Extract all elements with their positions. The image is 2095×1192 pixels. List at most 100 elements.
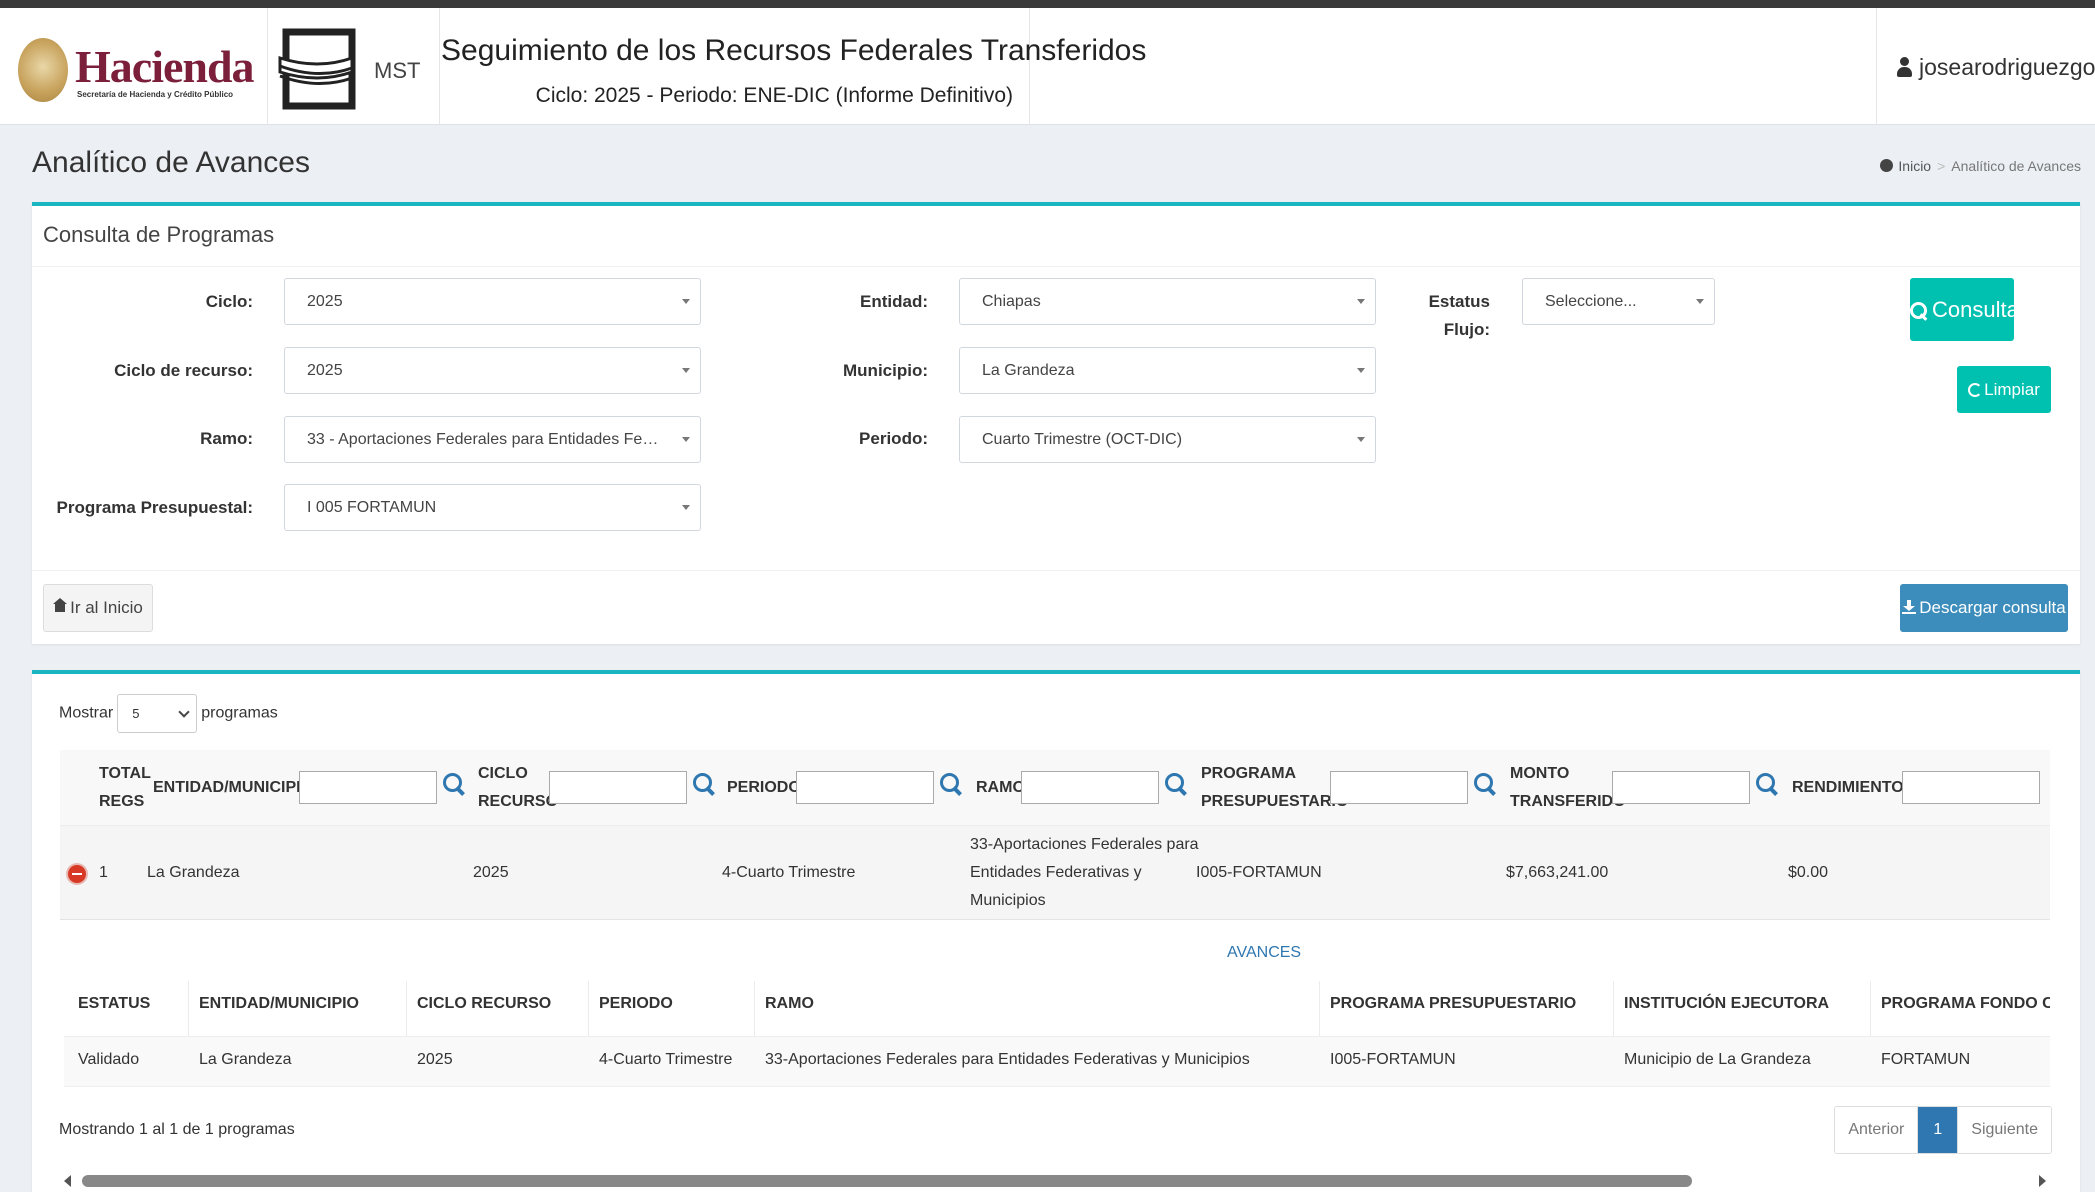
breadcrumb-current: Analítico de Avances: [1951, 158, 2081, 174]
th-total-2: REGS: [99, 793, 145, 810]
th-monto-1[interactable]: MONTO: [1510, 760, 1569, 788]
th-programa-1[interactable]: PROGRAMA: [1201, 760, 1296, 788]
sth-institucion: INSTITUCIÓN EJECUTORA: [1624, 995, 1830, 1012]
filter-ciclo-input[interactable]: [549, 771, 687, 804]
sth-ciclo: CICLO RECURSO: [417, 995, 552, 1012]
entidad-label: Entidad:: [860, 292, 928, 311]
scrollbar-thumb[interactable]: [82, 1175, 1692, 1187]
app-header: Hacienda Secretaría de Hacienda y Crédit…: [0, 8, 2095, 125]
ir-inicio-button[interactable]: Ir al Inicio: [43, 584, 153, 632]
cell-programa: I005-FORTAMUN: [1196, 864, 1322, 881]
th-programa-2: PRESUPUESTARIO: [1201, 793, 1349, 810]
std-ramo: 33-Aportaciones Federales para Entidades…: [765, 1051, 1250, 1068]
pagination-page-1[interactable]: 1: [1918, 1107, 1959, 1153]
breadcrumb-home[interactable]: Inicio: [1898, 158, 1931, 174]
filter-ramo-search-icon[interactable]: [1165, 773, 1187, 795]
pagination-next[interactable]: Siguiente: [1958, 1107, 2051, 1153]
programa-label: Programa Presupuestal:: [56, 498, 253, 517]
username: josearodriguezgo: [1919, 54, 2095, 80]
filter-monto-input[interactable]: [1612, 771, 1750, 804]
seal-icon: [18, 38, 68, 102]
filter-entidad-input[interactable]: [299, 771, 437, 804]
limpiar-button[interactable]: Limpiar: [1957, 366, 2051, 413]
filter-rendimientos-input[interactable]: [1902, 771, 2040, 804]
std-periodo: 4-Cuarto Trimestre: [599, 1051, 733, 1068]
cell-entidad: La Grandeza: [147, 864, 240, 881]
consultar-button[interactable]: Consultar: [1910, 278, 2026, 341]
download-icon: [1902, 600, 1917, 614]
std-estatus: Validado: [78, 1051, 140, 1068]
flujo-label: Flujo:: [1443, 320, 1490, 339]
filter-monto-search-icon[interactable]: [1756, 773, 1778, 795]
std-fondo: FORTAMUN: [1881, 1051, 1971, 1068]
filter-ciclo-search-icon[interactable]: [693, 773, 715, 795]
home-icon: [53, 598, 68, 614]
logo-subtext: Secretaría de Hacienda y Crédito Público: [77, 90, 234, 99]
cell-ramo-line-1: 33-Aportaciones Federales para: [970, 836, 1199, 853]
app-title: Seguimiento de los Recursos Federales Tr…: [441, 34, 1147, 67]
sth-programa: PROGRAMA PRESUPUESTARIO: [1330, 995, 1577, 1012]
municipio-select[interactable]: La Grandeza: [959, 347, 1376, 394]
table-row[interactable]: 1 La Grandeza 2025 4-Cuarto Trimestre 33…: [60, 826, 2050, 920]
filter-entidad-search-icon[interactable]: [443, 773, 465, 795]
th-ciclo-1[interactable]: CICLO: [478, 760, 528, 788]
column-divider: [188, 981, 189, 1036]
column-divider: [754, 981, 755, 1036]
th-monto-2: TRANSFERIDO: [1510, 793, 1626, 810]
filter-periodo-search-icon[interactable]: [940, 773, 962, 795]
search-icon: [1910, 302, 1928, 320]
user-menu[interactable]: josearodriguezgo: [1876, 8, 2095, 125]
sth-estatus: ESTATUS: [78, 995, 151, 1012]
filter-periodo-input[interactable]: [796, 771, 934, 804]
mostrar-label: Mostrar: [59, 704, 114, 722]
collapse-row-icon[interactable]: [68, 865, 86, 883]
filter-programa-input[interactable]: [1330, 771, 1468, 804]
mst-logo: MST: [268, 8, 440, 125]
table-header: TOTAL REGS ENTIDAD/MUNICIPIO CICLO RECUR…: [60, 750, 2050, 826]
filter-programa-search-icon[interactable]: [1474, 773, 1496, 795]
avances-header: ESTATUS ENTIDAD/MUNICIPIO CICLO RECURSO …: [64, 981, 2050, 1037]
th-ramo[interactable]: RAMO: [976, 774, 1025, 802]
cell-monto: $7,663,241.00: [1506, 864, 1609, 881]
column-divider: [588, 981, 589, 1036]
divider: [32, 266, 2080, 267]
filter-ramo-input[interactable]: [1021, 771, 1159, 804]
pagination: Anterior 1 Siguiente: [1834, 1106, 2052, 1154]
ciclo-recurso-label: Ciclo de recurso:: [114, 361, 253, 380]
ciclo-label: Ciclo:: [205, 292, 253, 311]
scroll-left-icon[interactable]: [64, 1175, 71, 1187]
limpiar-label: Limpiar: [1984, 380, 2040, 399]
mst-emblem-icon: [278, 28, 356, 110]
sth-ramo: RAMO: [765, 995, 814, 1012]
programa-select[interactable]: I 005 FORTAMUN: [284, 484, 701, 531]
scroll-right-icon[interactable]: [2039, 1175, 2046, 1187]
consulta-panel: Consulta de Programas Ciclo: 2025 Ciclo …: [32, 202, 2080, 644]
ramo-select[interactable]: 33 - Aportaciones Federales para Entidad…: [284, 416, 701, 463]
th-entidad[interactable]: ENTIDAD/MUNICIPIO: [153, 774, 313, 802]
page-size-control: Mostrar 5 programas: [59, 694, 278, 733]
ciclo-select[interactable]: 2025: [284, 278, 701, 325]
column-divider: [1613, 981, 1614, 1036]
descargar-button[interactable]: Descargar consulta: [1900, 584, 2068, 632]
entidad-select[interactable]: Chiapas: [959, 278, 1376, 325]
periodo-select[interactable]: Cuarto Trimestre (OCT-DIC): [959, 416, 1376, 463]
ramo-label: Ramo:: [200, 429, 253, 448]
mst-label: MST: [374, 58, 421, 83]
th-periodo[interactable]: PERIODO: [727, 774, 801, 802]
pagination-prev[interactable]: Anterior: [1835, 1107, 1919, 1153]
table-info: Mostrando 1 al 1 de 1 programas: [59, 1121, 295, 1138]
cell-rendimientos: $0.00: [1788, 864, 1829, 881]
user-menu-label[interactable]: josearodriguezgo: [1897, 54, 2095, 81]
horizontal-scrollbar[interactable]: [60, 1170, 2050, 1192]
ciclo-recurso-select[interactable]: 2025: [284, 347, 701, 394]
cell-total: 1: [99, 864, 108, 881]
th-ciclo-2: RECURSO: [478, 793, 559, 810]
th-rendimientos[interactable]: RENDIMIENTOS: [1792, 774, 1914, 802]
page-size-select[interactable]: 5: [117, 694, 198, 733]
sth-periodo: PERIODO: [599, 995, 673, 1012]
consultar-label: Consultar: [1932, 297, 2027, 322]
estatus-flujo-select[interactable]: Seleccione...: [1522, 278, 1715, 325]
municipio-label: Municipio:: [843, 361, 928, 380]
cell-ramo-line-3: Municipios: [970, 892, 1046, 909]
hacienda-logo[interactable]: Hacienda Secretaría de Hacienda y Crédit…: [0, 8, 268, 125]
